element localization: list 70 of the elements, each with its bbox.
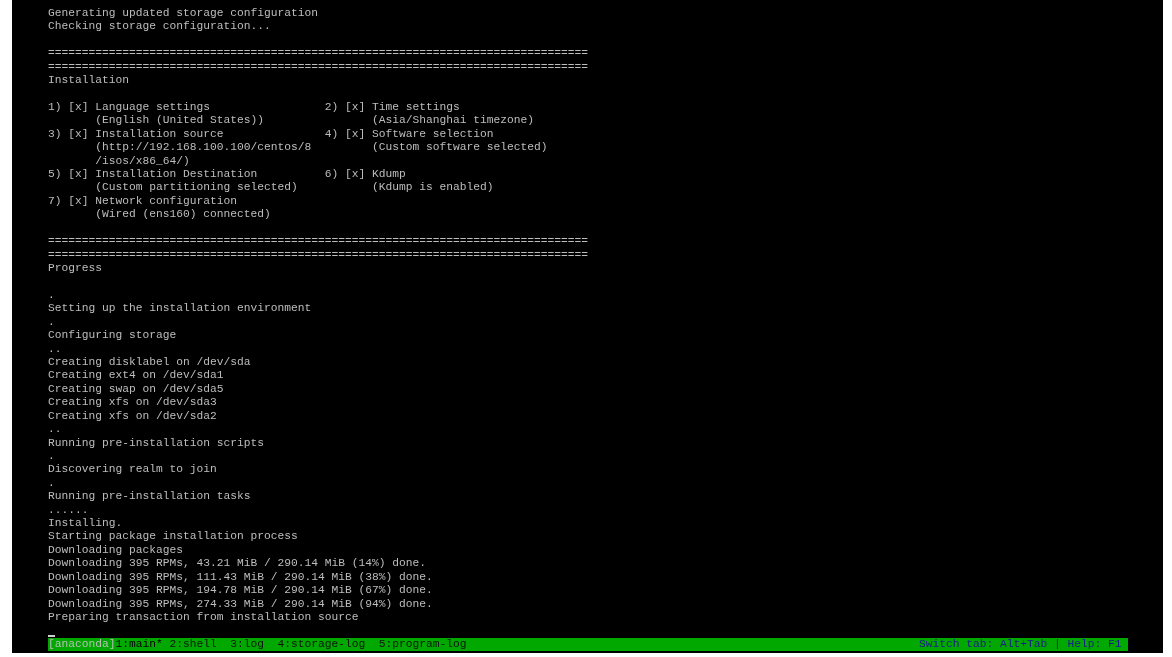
checkbox-mark: [x] xyxy=(68,168,89,182)
checkbox-mark: [x] xyxy=(68,127,89,142)
log-line: . xyxy=(48,449,55,464)
item-detail: (Custom partitioning selected) xyxy=(95,181,298,195)
log-line: . xyxy=(48,476,55,491)
item-title: Time settings xyxy=(372,100,460,115)
log-line: Downloading 395 RPMs, 274.33 MiB / 290.14 MiB (94%) done. xyxy=(48,597,433,611)
tab[interactable]: 2:shell xyxy=(169,637,217,652)
log-line: .. xyxy=(48,342,62,356)
item-detail: (Wired (ens160) connected) xyxy=(95,208,271,222)
log-line: ...... xyxy=(48,503,89,518)
log-line: Configuring storage xyxy=(48,329,177,343)
log-line: . xyxy=(48,315,55,330)
tab[interactable]: 4:storage-log xyxy=(277,637,366,652)
log-line: Downloading 395 RPMs, 111.43 MiB / 290.14 MiB (38%) done. xyxy=(48,570,433,585)
log-line: Running pre-installation tasks xyxy=(48,490,251,504)
item-number: 7) xyxy=(48,194,62,209)
log-line: Creating swap on /dev/sda5 xyxy=(48,382,224,397)
text-cursor xyxy=(48,634,55,637)
item-title: Kdump xyxy=(372,168,406,182)
log-line: Creating ext4 on /dev/sda1 xyxy=(48,369,224,383)
item-number: 2) xyxy=(324,100,339,115)
log-line: Downloading 395 RPMs, 194.78 MiB / 290.14 MiB (67%) done. xyxy=(48,584,433,598)
item-detail: (Custom software selected) xyxy=(372,141,548,155)
tab[interactable]: 1:main* xyxy=(115,637,163,652)
item-detail: /isos/x86_64/) xyxy=(95,154,190,169)
log-line: . xyxy=(48,288,55,303)
item-title: Language settings xyxy=(95,100,211,115)
checkbox-mark: [x] xyxy=(68,194,89,209)
log-line: Creating xfs on /dev/sda3 xyxy=(48,396,217,410)
log-line: Generating updated storage configuration xyxy=(48,7,319,21)
checkbox-mark: [x] xyxy=(68,100,89,115)
keyboard-hint: Switch tab: Alt+Tab | Help: F1 xyxy=(918,637,1122,652)
separator-text: ================================================================================ xyxy=(48,248,589,263)
item-number: 5) xyxy=(48,168,62,182)
log-line: Downloading packages xyxy=(48,543,184,558)
item-title: Software selection xyxy=(372,127,494,142)
checkbox-mark: [x] xyxy=(345,168,366,182)
log-line: Setting up the installation environment xyxy=(48,302,312,316)
checkbox-mark: [x] xyxy=(345,127,366,142)
log-line: Installing. xyxy=(48,517,123,531)
tab[interactable]: 5:program-log xyxy=(378,637,467,652)
item-detail: (http://192.168.100.100/centos/8 xyxy=(95,141,312,155)
section-title: Progress xyxy=(48,262,102,276)
log-line: Discovering realm to join xyxy=(48,463,217,477)
item-title: Installation Destination xyxy=(95,168,258,182)
item-detail: (Asia/Shanghai timezone) xyxy=(372,114,535,128)
log-line: Starting package installation process xyxy=(48,530,298,544)
log-line: Preparing transaction from installation source xyxy=(48,611,359,625)
separator-text: ================================================================================ xyxy=(48,47,589,61)
log-line: Downloading 395 RPMs, 43.21 MiB / 290.14 MiB (14%) done. xyxy=(48,557,427,571)
log-line: .. xyxy=(48,423,62,437)
item-number: 4) xyxy=(324,127,339,142)
log-line: Running pre-installation scripts xyxy=(48,436,265,450)
separator-text: ================================================================================ xyxy=(48,60,589,75)
item-number: 3) xyxy=(48,127,62,142)
tab[interactable]: 3:log xyxy=(230,637,265,652)
log-line: Checking storage configuration... xyxy=(48,20,271,34)
section-title: Installation xyxy=(48,74,129,88)
item-detail: (Kdump is enabled) xyxy=(372,181,494,195)
log-line: Creating xfs on /dev/sda2 xyxy=(48,409,217,424)
item-title: Installation source xyxy=(95,127,224,142)
item-title: Network configuration xyxy=(95,194,238,209)
separator-text: ================================================================================ xyxy=(48,235,589,249)
log-line: Creating disklabel on /dev/sda xyxy=(48,355,251,370)
checkbox-mark: [x] xyxy=(345,100,366,115)
item-number: 1) xyxy=(48,100,62,115)
session-label: [anaconda] xyxy=(48,637,116,652)
item-detail: (English (United States)) xyxy=(95,114,265,128)
item-number: 6) xyxy=(324,168,339,182)
